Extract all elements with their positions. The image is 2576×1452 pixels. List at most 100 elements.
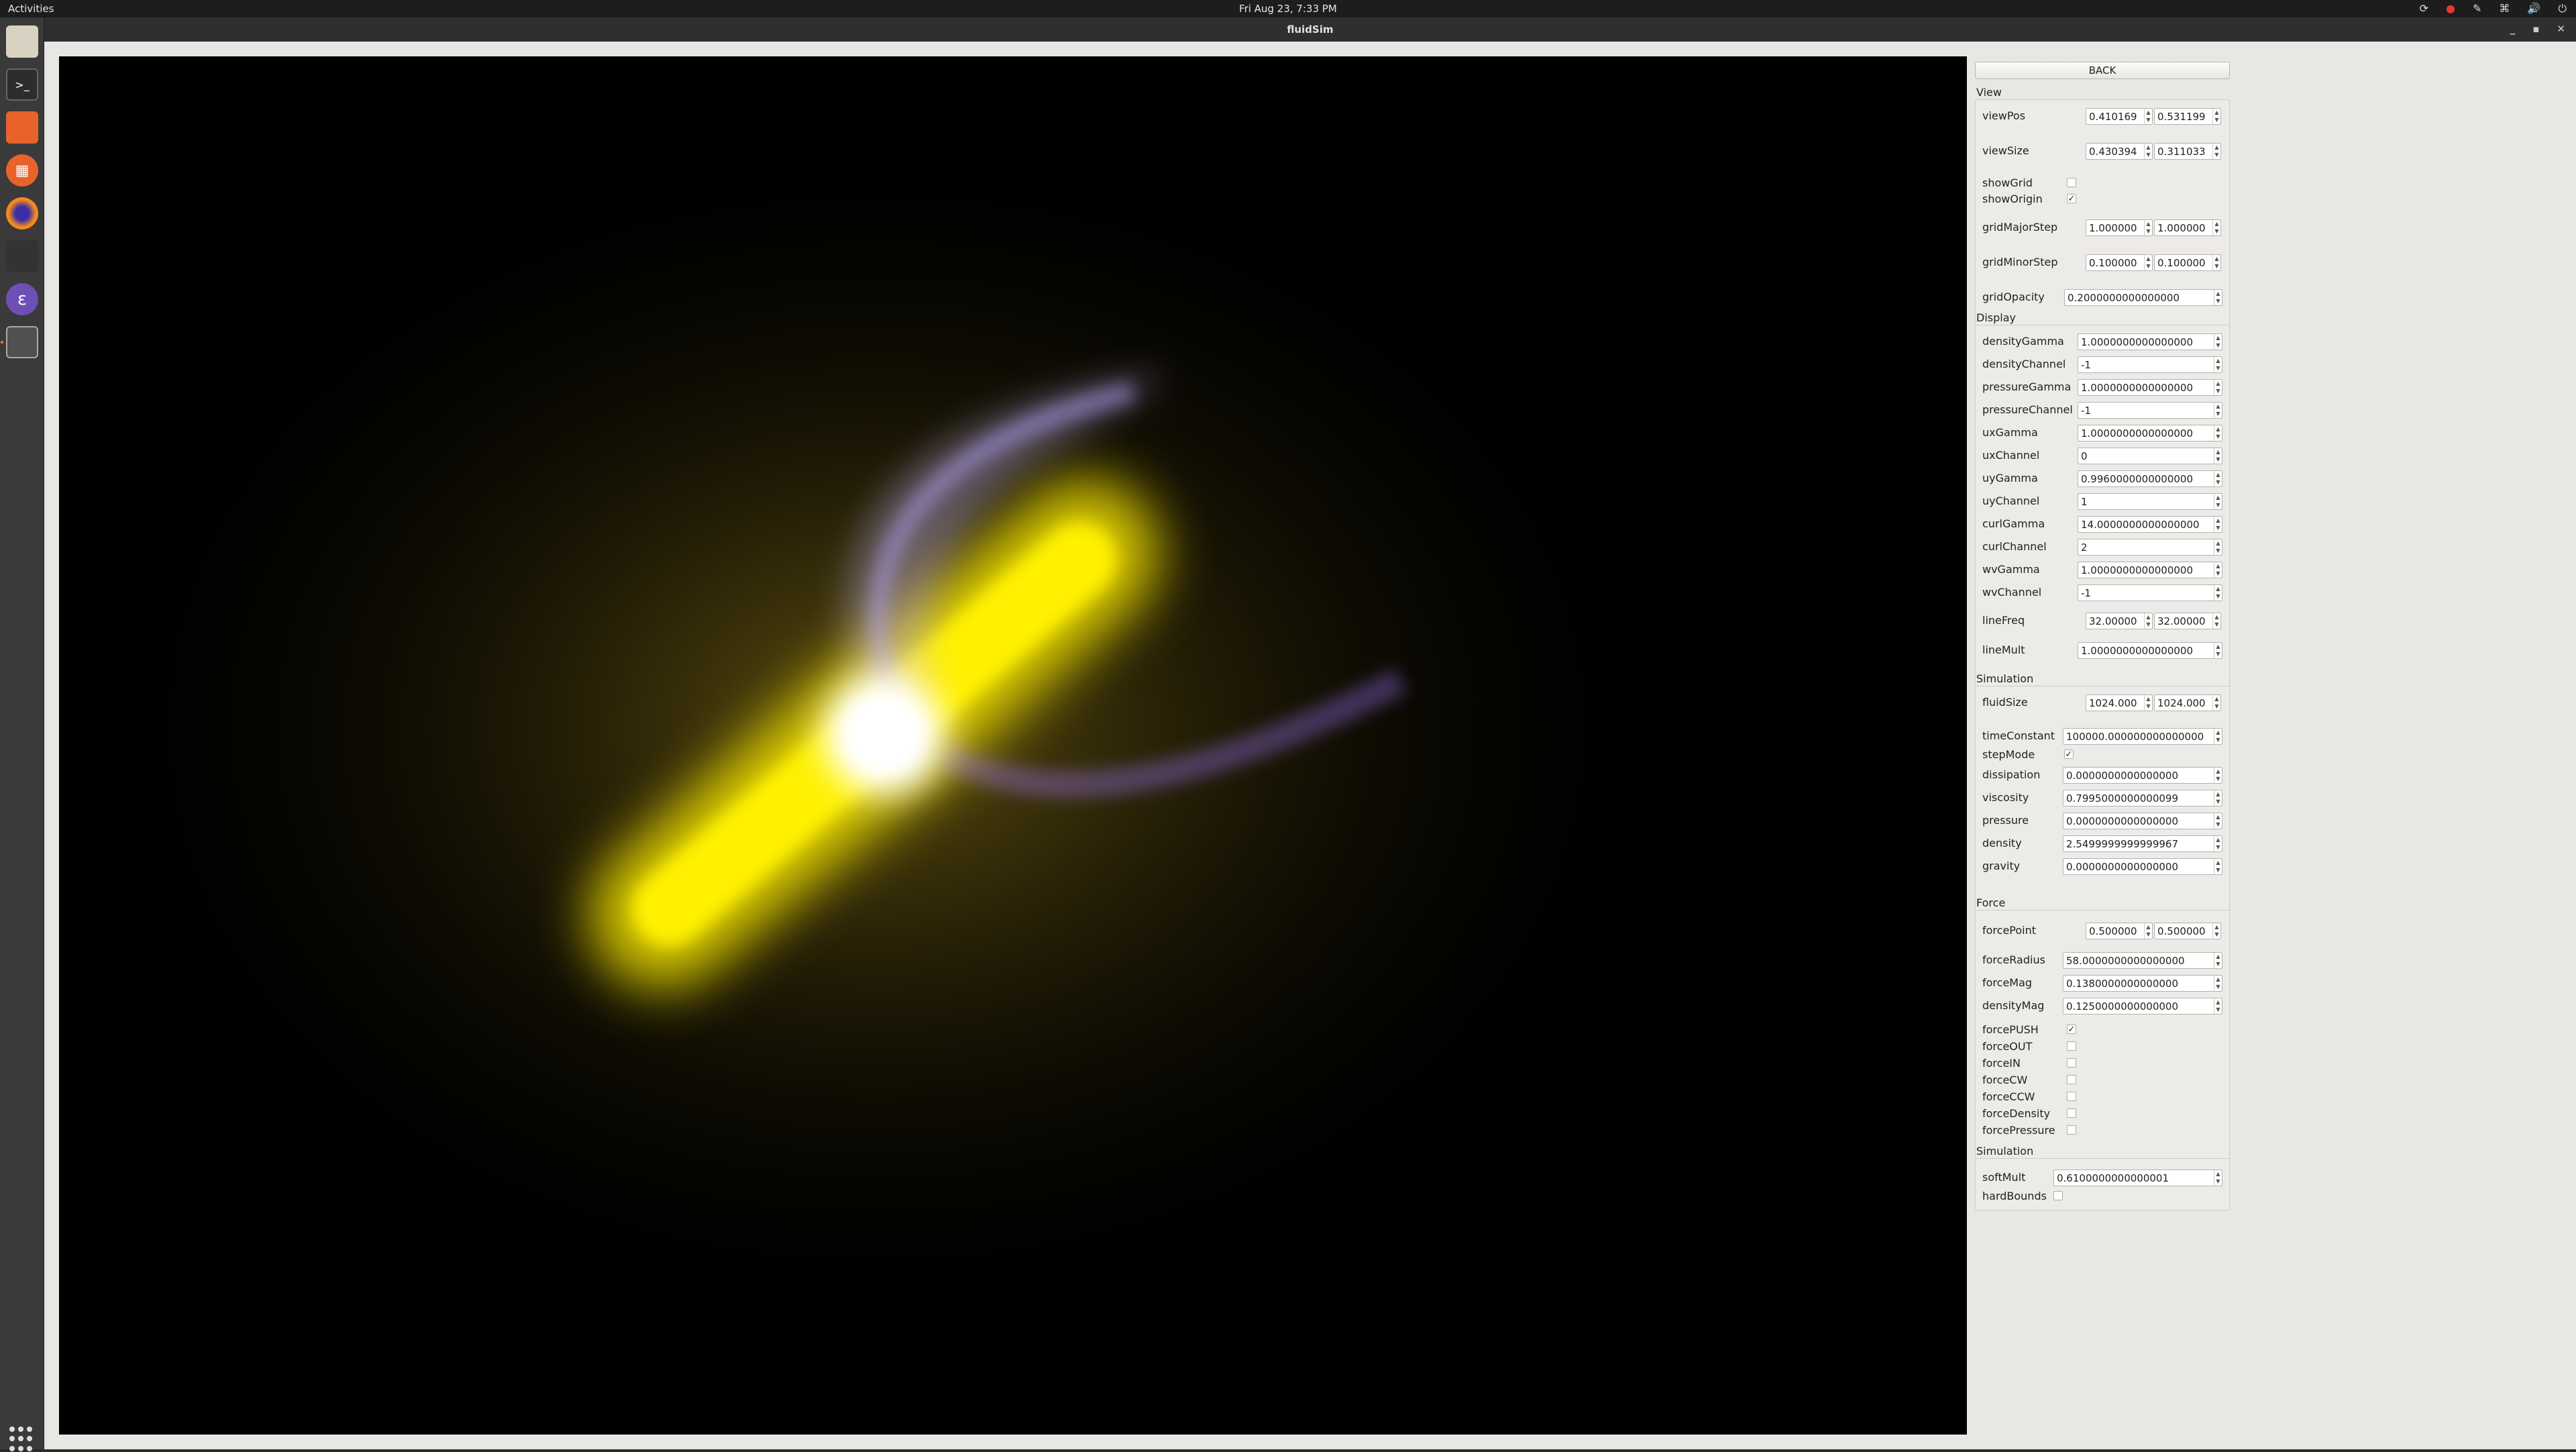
row-softmult: softMult 0.6100000000000001 ▲ ▼: [1976, 1168, 2231, 1187]
group-title-simulation-2: Simulation: [1976, 1145, 2034, 1157]
display-spinbox[interactable]: 1 ▲ ▼: [2078, 493, 2222, 510]
app-store-icon[interactable]: [6, 111, 38, 144]
display-spinbox[interactable]: -1 ▲ ▼: [2078, 402, 2222, 419]
label: lineFreq: [1982, 614, 2025, 627]
back-button[interactable]: BACK: [1975, 62, 2230, 79]
display-spinbox[interactable]: 1.0000000000000000 ▲ ▼: [2078, 562, 2222, 578]
row-display-3: pressureChannel -1 ▲ ▼: [1976, 401, 2231, 419]
row-sim-1: viscosity 0.7995000000000099 ▲ ▼: [1976, 788, 2231, 807]
group-title-display: Display: [1976, 311, 2016, 324]
sim-spinbox[interactable]: 0.7995000000000099 ▲ ▼: [2063, 790, 2222, 807]
label: densityChannel: [1982, 358, 2066, 370]
sim-spinbox[interactable]: 0.0000000000000000 ▲ ▼: [2063, 813, 2222, 829]
force-checkbox[interactable]: [2067, 1058, 2076, 1068]
viewpos-x-spinbox[interactable]: 0.410169 ▲ ▼: [2086, 108, 2153, 125]
showgrid-checkbox[interactable]: [2067, 178, 2076, 187]
gridopacity-spinbox[interactable]: 0.2000000000000000 ▲ ▼: [2064, 289, 2222, 306]
system-tray[interactable]: ⟳ ● ✎ ⌘ 🔊 ⏻: [2420, 2, 2567, 15]
label: curlChannel: [1982, 540, 2047, 553]
maximize-icon[interactable]: ▪: [2532, 23, 2539, 35]
force-spinbox[interactable]: 0.1250000000000000 ▲ ▼: [2063, 998, 2222, 1015]
display-spinbox[interactable]: -1 ▲ ▼: [2078, 356, 2222, 373]
linemult-spinbox[interactable]: 1.0000000000000000 ▲ ▼: [2078, 642, 2222, 659]
gridmajorstep-x-spinbox[interactable]: 1.000000 ▲ ▼: [2086, 219, 2153, 236]
forcepoint-y-spinbox[interactable]: 0.500000 ▲ ▼: [2154, 923, 2221, 939]
sim-spinbox[interactable]: 0.0000000000000000 ▲ ▼: [2063, 767, 2222, 784]
force-checkbox[interactable]: [2067, 1125, 2076, 1135]
row-sim-0: dissipation 0.0000000000000000 ▲ ▼: [1976, 766, 2231, 784]
stepmode-checkbox[interactable]: ✓: [2064, 749, 2074, 759]
pen-icon[interactable]: ✎: [2473, 2, 2481, 15]
timeconstant-spinbox[interactable]: 100000.000000000000000 ▲ ▼: [2063, 728, 2222, 745]
hardbounds-checkbox[interactable]: [2053, 1191, 2063, 1200]
emacs-icon[interactable]: ε: [6, 283, 38, 315]
terminal-icon[interactable]: >_: [6, 68, 38, 101]
row-display-5: uxChannel 0 ▲ ▼: [1976, 446, 2231, 465]
label: fluidSize: [1982, 696, 2028, 709]
forcepoint-x-spinbox[interactable]: 0.500000 ▲ ▼: [2086, 923, 2153, 939]
tool-icon[interactable]: [6, 240, 38, 272]
update-icon[interactable]: ⟳: [2420, 2, 2428, 15]
label: wvChannel: [1982, 586, 2042, 599]
row-display-10: wvGamma 1.0000000000000000 ▲ ▼: [1976, 560, 2231, 579]
gridminorstep-x-spinbox[interactable]: 0.100000 ▲ ▼: [2086, 254, 2153, 271]
gridmajorstep-y-spinbox[interactable]: 1.000000 ▲ ▼: [2154, 219, 2221, 236]
viewpos-y-spinbox[interactable]: 0.531199 ▲ ▼: [2154, 108, 2221, 125]
label: gridMajorStep: [1982, 221, 2058, 234]
row-viewsize: viewSize 0.430394 ▲ ▼ 0.311033 ▲ ▼: [1976, 142, 2231, 160]
showorigin-checkbox[interactable]: ✓: [2067, 194, 2076, 203]
label: hardBounds: [1982, 1190, 2047, 1202]
display-spinbox[interactable]: 0 ▲ ▼: [2078, 448, 2222, 464]
display-spinbox[interactable]: 1.0000000000000000 ▲ ▼: [2078, 425, 2222, 442]
simulation-canvas[interactable]: [59, 56, 1967, 1435]
display-spinbox[interactable]: 0.9960000000000000 ▲ ▼: [2078, 470, 2222, 487]
force-checkbox[interactable]: ✓: [2067, 1025, 2076, 1034]
display-spinbox[interactable]: 1.0000000000000000 ▲ ▼: [2078, 379, 2222, 396]
label: pressure: [1982, 814, 2029, 827]
force-spinbox[interactable]: 58.0000000000000000 ▲ ▼: [2063, 952, 2222, 969]
label: gravity: [1982, 860, 2021, 872]
power-icon[interactable]: ⏻: [2558, 2, 2567, 15]
firefox-icon[interactable]: [6, 197, 38, 229]
fluidsim-app-icon[interactable]: [6, 326, 38, 358]
record-icon[interactable]: ●: [2446, 2, 2455, 15]
close-icon[interactable]: ✕: [2557, 23, 2565, 35]
fluidsize-y-spinbox[interactable]: 1024.000 ▲ ▼: [2154, 694, 2221, 711]
gridminorstep-y-spinbox[interactable]: 0.100000 ▲ ▼: [2154, 254, 2221, 271]
display-spinbox[interactable]: 2 ▲ ▼: [2078, 539, 2222, 556]
row-forcecheck-4: forceCCW: [1976, 1088, 2231, 1106]
linefreq-y-spinbox[interactable]: 32.00000 ▲ ▼: [2154, 613, 2221, 629]
network-icon[interactable]: ⌘: [2499, 2, 2510, 15]
force-checkbox[interactable]: [2067, 1075, 2076, 1084]
force-checkbox[interactable]: [2067, 1092, 2076, 1101]
clock[interactable]: Fri Aug 23, 7:33 PM: [0, 3, 2576, 15]
group-title-view: View: [1976, 86, 2002, 99]
sim-spinbox[interactable]: 2.5499999999999967 ▲ ▼: [2063, 835, 2222, 852]
display-spinbox[interactable]: 14.0000000000000000 ▲ ▼: [2078, 516, 2222, 533]
row-gridminorstep: gridMinorStep 0.100000 ▲ ▼ 0.100000 ▲ ▼: [1976, 253, 2231, 272]
display-spinbox[interactable]: 1.0000000000000000 ▲ ▼: [2078, 333, 2222, 350]
display-spinbox[interactable]: -1 ▲ ▼: [2078, 584, 2222, 601]
force-checkbox[interactable]: [2067, 1108, 2076, 1118]
label: lineMult: [1982, 643, 2025, 656]
viewsize-y-spinbox[interactable]: 0.311033 ▲ ▼: [2154, 143, 2221, 160]
files-icon[interactable]: [6, 25, 38, 58]
show-apps-icon[interactable]: [9, 1427, 35, 1452]
label: showGrid: [1982, 176, 2033, 189]
label: forcePressure: [1982, 1124, 2055, 1137]
linefreq-x-spinbox[interactable]: 32.00000 ▲ ▼: [2086, 613, 2153, 629]
row-forcecheck-1: forceOUT: [1976, 1037, 2231, 1056]
sim-spinbox[interactable]: 0.0000000000000000 ▲ ▼: [2063, 858, 2222, 875]
row-force-2: densityMag 0.1250000000000000 ▲ ▼: [1976, 996, 2231, 1015]
minimize-icon[interactable]: _: [2510, 23, 2516, 35]
viewsize-x-spinbox[interactable]: 0.430394 ▲ ▼: [2086, 143, 2153, 160]
launcher-icon[interactable]: ▦: [6, 154, 38, 187]
force-checkbox[interactable]: [2067, 1041, 2076, 1051]
volume-icon[interactable]: 🔊: [2527, 2, 2540, 15]
fluidsize-x-spinbox[interactable]: 1024.000 ▲ ▼: [2086, 694, 2153, 711]
group-title-simulation: Simulation: [1976, 672, 2034, 685]
force-spinbox[interactable]: 0.1380000000000000 ▲ ▼: [2063, 975, 2222, 992]
softmult-spinbox[interactable]: 0.6100000000000001 ▲ ▼: [2053, 1170, 2222, 1186]
window-titlebar[interactable]: fluidSim _ ▪ ✕: [44, 17, 2576, 42]
label: densityMag: [1982, 999, 2045, 1012]
